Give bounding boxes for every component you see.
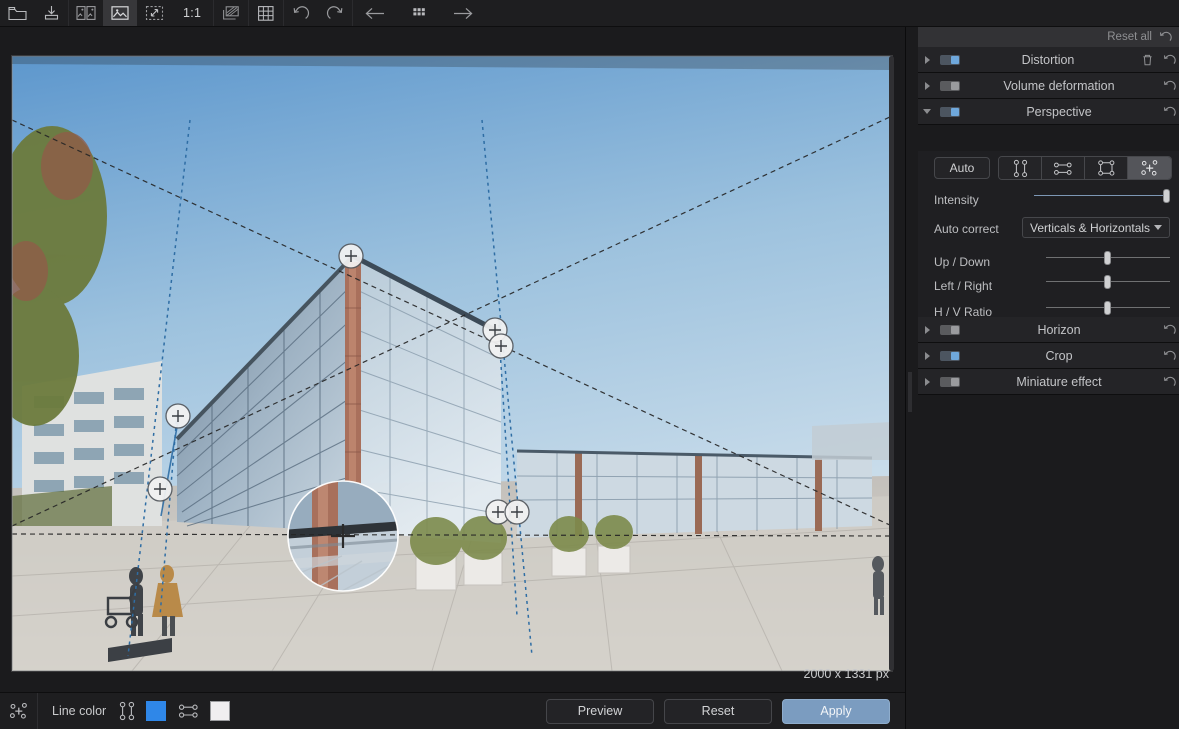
eight-point-tool-icon[interactable] [0, 693, 38, 729]
open-folder-icon[interactable] [0, 0, 34, 26]
expand-horizon-icon[interactable] [918, 326, 936, 334]
image-icon[interactable] [103, 0, 137, 26]
edited-photograph [12, 56, 892, 671]
reset-distortion-icon[interactable] [1158, 54, 1179, 66]
reset-all-bar: Reset all [918, 27, 1179, 47]
perspective-mode-row: Auto [934, 156, 1172, 180]
toggle-horizon[interactable] [940, 325, 960, 335]
vertical-lines-icon[interactable] [999, 157, 1042, 179]
section-title-horizon: Horizon [960, 323, 1158, 337]
auto-correct-label: Auto correct [934, 222, 999, 236]
section-miniature-effect[interactable]: Miniature effect [918, 369, 1179, 395]
chevron-down-icon [1154, 225, 1162, 230]
save-icon[interactable] [34, 0, 68, 26]
auto-correct-select[interactable]: Verticals & Horizontals [1022, 217, 1170, 238]
expand-miniature-effect-icon[interactable] [918, 378, 936, 386]
bottom-toolbar: Line color Preview Res [0, 692, 905, 729]
toolbar-group-history [284, 0, 353, 26]
apply-button[interactable]: Apply [782, 699, 890, 724]
collapse-perspective-icon[interactable] [918, 109, 936, 114]
reset-crop-icon[interactable] [1158, 350, 1179, 362]
arrow-left-icon[interactable] [353, 0, 397, 26]
canvas-vertical-scrollbar[interactable] [889, 56, 894, 671]
fit-to-screen-icon[interactable] [137, 0, 171, 26]
intensity-slider[interactable] [1034, 189, 1170, 203]
horizontal-lines-icon[interactable] [178, 702, 200, 720]
section-horizon[interactable]: Horizon [918, 317, 1179, 343]
section-distortion[interactable]: Distortion [918, 47, 1179, 73]
perspective-mode-group [998, 156, 1172, 180]
layers-icon[interactable] [214, 0, 248, 26]
delete-distortion-icon[interactable] [1136, 54, 1158, 66]
image-size-label: 2000 x 1331 px [804, 667, 890, 681]
section-title-miniature-effect: Miniature effect [960, 375, 1158, 389]
eight-point-icon[interactable] [1128, 157, 1171, 179]
auto-button[interactable]: Auto [934, 157, 990, 179]
reset-all-label[interactable]: Reset all [1107, 31, 1152, 43]
toggle-perspective[interactable] [940, 107, 960, 117]
action-buttons: Preview Reset Apply [546, 699, 890, 724]
reset-miniature-effect-icon[interactable] [1158, 376, 1179, 388]
left-right-slider[interactable] [1046, 275, 1170, 289]
intensity-label: Intensity [934, 193, 979, 207]
section-crop[interactable]: Crop [918, 343, 1179, 369]
reset-volume-deformation-icon[interactable] [1158, 80, 1179, 92]
arrow-right-icon[interactable] [441, 0, 485, 26]
rectangle-icon[interactable] [1085, 157, 1128, 179]
toolbar-group-navigation [353, 0, 485, 26]
expand-distortion-icon[interactable] [918, 56, 936, 64]
application-window: 1:1 [0, 0, 1179, 729]
vertical-line-color-swatch[interactable] [146, 701, 166, 721]
reset-button[interactable]: Reset [664, 699, 772, 724]
expand-volume-deformation-icon[interactable] [918, 82, 936, 90]
toolbar-group-view: 1:1 [69, 0, 214, 26]
section-perspective[interactable]: Perspective [918, 99, 1179, 125]
adjustments-panel: Reset all Distortion Volume deformation [905, 27, 1179, 729]
grid-icon[interactable] [249, 0, 283, 26]
line-color-label: Line color [52, 704, 106, 718]
section-volume-deformation[interactable]: Volume deformation [918, 73, 1179, 99]
top-toolbar: 1:1 [0, 0, 1179, 27]
panel-vertical-scrollbar[interactable] [908, 372, 912, 412]
redo-icon[interactable] [318, 0, 352, 26]
toggle-distortion[interactable] [940, 55, 960, 65]
toggle-volume-deformation[interactable] [940, 81, 960, 91]
zoom-ratio-label[interactable]: 1:1 [171, 0, 213, 26]
section-title-distortion: Distortion [960, 53, 1136, 67]
up-down-slider[interactable] [1046, 251, 1170, 265]
left-right-label: Left / Right [934, 279, 992, 293]
photo-canvas[interactable] [12, 56, 892, 671]
section-title-crop: Crop [960, 349, 1158, 363]
hv-ratio-slider[interactable] [1046, 301, 1170, 315]
horizontal-line-color-swatch[interactable] [210, 701, 230, 721]
auto-correct-value: Verticals & Horizontals [1030, 221, 1154, 235]
toggle-miniature-effect[interactable] [940, 377, 960, 387]
vertical-lines-icon[interactable] [118, 701, 136, 721]
preview-button[interactable]: Preview [546, 699, 654, 724]
toolbar-group-grid [249, 0, 284, 26]
toolbar-group-file [0, 0, 69, 26]
section-title-perspective: Perspective [960, 105, 1158, 119]
up-down-label: Up / Down [934, 255, 990, 269]
toolbar-group-layers [214, 0, 249, 26]
toggle-crop[interactable] [940, 351, 960, 361]
compare-images-icon[interactable] [69, 0, 103, 26]
canvas-area: 2000 x 1331 px [0, 27, 905, 692]
reset-all-icon[interactable] [1159, 31, 1172, 43]
expand-crop-icon[interactable] [918, 352, 936, 360]
reset-horizon-icon[interactable] [1158, 324, 1179, 336]
perspective-controls: Auto Intensity [918, 151, 1179, 331]
thumbnails-icon[interactable] [397, 0, 441, 26]
undo-icon[interactable] [284, 0, 318, 26]
section-title-volume-deformation: Volume deformation [960, 79, 1158, 93]
reset-perspective-icon[interactable] [1158, 106, 1179, 118]
horizontal-lines-icon[interactable] [1042, 157, 1085, 179]
